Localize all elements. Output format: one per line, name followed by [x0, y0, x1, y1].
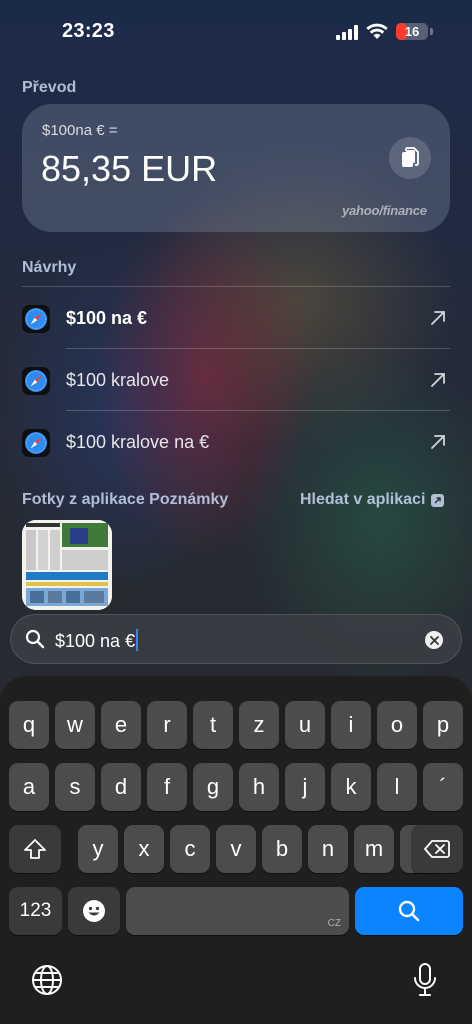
yahoo-finance-logo: yahoo/finance	[342, 203, 427, 218]
search-in-app-label: Hledat v aplikaci	[300, 491, 426, 508]
key-row3-3[interactable]: v	[216, 825, 256, 873]
key-row3-6[interactable]: m	[354, 825, 394, 873]
divider	[66, 410, 450, 411]
shift-key[interactable]	[9, 825, 61, 873]
key-row1-9[interactable]: p	[423, 701, 463, 749]
open-external-icon	[431, 493, 445, 507]
search-query: $100 na €	[55, 631, 136, 651]
search-bar[interactable]: $100 na €	[10, 614, 462, 664]
key-row2-9[interactable]: ´	[423, 763, 463, 811]
suggestions-section-label: Návrhy	[22, 259, 77, 276]
arrow-up-right-icon	[431, 373, 445, 387]
copy-icon	[402, 147, 419, 167]
battery-level: 16	[404, 24, 420, 39]
conversion-query: $100na € =	[42, 122, 118, 139]
key-row1-7[interactable]: i	[331, 701, 371, 749]
space-key[interactable]: CZ	[126, 887, 349, 935]
key-row1-3[interactable]: r	[147, 701, 187, 749]
newspaper-image	[22, 520, 112, 610]
status-time: 23:23	[62, 20, 115, 42]
notes-photo-thumbnail[interactable]	[22, 520, 112, 610]
search-key[interactable]	[355, 887, 463, 935]
clear-search-button[interactable]	[425, 631, 443, 649]
close-icon	[429, 635, 439, 645]
key-row2-4[interactable]: g	[193, 763, 233, 811]
shift-icon	[24, 839, 46, 859]
safari-icon	[22, 367, 50, 395]
suggestion-item[interactable]: $100 kralove	[0, 350, 472, 412]
battery-indicator: 16	[396, 23, 428, 40]
key-row2-5[interactable]: h	[239, 763, 279, 811]
backspace-icon	[424, 840, 450, 858]
conversion-result: 85,35 EUR	[41, 148, 218, 189]
text-cursor	[136, 629, 139, 651]
key-row2-8[interactable]: l	[377, 763, 417, 811]
suggestion-item[interactable]: $100 na €	[0, 288, 472, 350]
copy-button[interactable]	[389, 137, 431, 179]
key-row1-0[interactable]: q	[9, 701, 49, 749]
arrow-up-right-icon	[431, 311, 445, 325]
globe-button[interactable]	[30, 963, 64, 997]
safari-icon	[22, 429, 50, 457]
search-icon	[398, 900, 420, 922]
dictation-button[interactable]	[412, 962, 438, 998]
key-row2-6[interactable]: j	[285, 763, 325, 811]
safari-icon	[22, 305, 50, 333]
microphone-icon	[414, 963, 436, 996]
keyboard: qwertzuiopasdfghjkl´yxcvbnmˇ 123 CZ	[0, 676, 472, 1024]
key-row1-1[interactable]: w	[55, 701, 95, 749]
search-icon	[25, 629, 45, 649]
emoji-icon	[83, 900, 105, 922]
key-row1-6[interactable]: u	[285, 701, 325, 749]
key-row1-2[interactable]: e	[101, 701, 141, 749]
search-in-app-link[interactable]: Hledat v aplikaci	[300, 491, 445, 509]
suggestion-label: $100 na €	[66, 308, 148, 328]
battery-tip	[430, 28, 433, 35]
key-row2-7[interactable]: k	[331, 763, 371, 811]
key-row1-8[interactable]: o	[377, 701, 417, 749]
key-row1-4[interactable]: t	[193, 701, 233, 749]
numbers-key[interactable]: 123	[9, 887, 62, 935]
wifi-icon	[366, 23, 388, 39]
key-row2-2[interactable]: d	[101, 763, 141, 811]
key-row2-1[interactable]: s	[55, 763, 95, 811]
keyboard-language-label: CZ	[327, 918, 341, 929]
divider	[22, 286, 450, 287]
key-row3-5[interactable]: n	[308, 825, 348, 873]
key-row1-5[interactable]: z	[239, 701, 279, 749]
status-bar: 23:23 16	[0, 0, 472, 64]
key-row2-0[interactable]: a	[9, 763, 49, 811]
cellular-signal-icon	[336, 24, 360, 40]
arrow-up-right-icon	[431, 435, 445, 449]
emoji-key[interactable]	[68, 887, 120, 935]
backspace-key[interactable]	[411, 825, 463, 873]
key-row3-2[interactable]: c	[170, 825, 210, 873]
key-row3-1[interactable]: x	[124, 825, 164, 873]
key-row3-0[interactable]: y	[78, 825, 118, 873]
divider	[66, 348, 450, 349]
key-row2-3[interactable]: f	[147, 763, 187, 811]
key-row3-4[interactable]: b	[262, 825, 302, 873]
conversion-card[interactable]: $100na € = 85,35 EUR yahoo/finance	[22, 104, 450, 232]
notes-section-label: Fotky z aplikace Poznámky	[22, 491, 229, 508]
suggestion-label: $100 kralove na €	[66, 432, 210, 452]
suggestion-item[interactable]: $100 kralove na €	[0, 412, 472, 474]
conversion-section-label: Převod	[22, 79, 77, 96]
suggestion-label: $100 kralove	[66, 370, 170, 390]
search-input[interactable]: $100 na €	[55, 629, 139, 652]
globe-icon	[32, 965, 62, 995]
